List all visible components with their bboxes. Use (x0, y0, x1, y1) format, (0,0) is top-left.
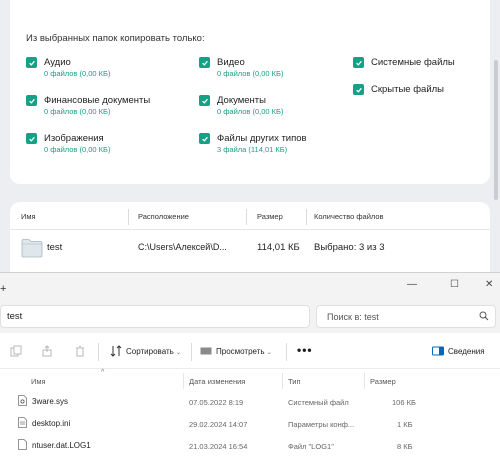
option-system-files[interactable]: Системные файлы (353, 56, 455, 69)
title-bar: + — ☐ ✕ (0, 273, 500, 301)
command-bar: Сортировать ⌄ Просмотреть ⌄ ••• Сведения (0, 333, 500, 369)
checkbox-checked-icon[interactable] (199, 95, 210, 106)
option-label: Финансовые документы (44, 95, 151, 106)
checkbox-checked-icon[interactable] (199, 133, 210, 144)
folder-row-location: C:\Users\Алексей\D... (138, 242, 227, 252)
file-type: Системный файл (288, 398, 349, 407)
maximize-button[interactable]: ☐ (450, 279, 459, 290)
file-type: Файл "LOG1" (288, 442, 334, 451)
copy-options-title: Из выбранных папок копировать только: (26, 33, 205, 44)
column-divider (306, 209, 307, 225)
folder-row-count: Выбрано: 3 из 3 (314, 242, 385, 253)
column-header-type[interactable]: Тип (288, 377, 301, 386)
column-header-date[interactable]: Дата изменения (189, 377, 245, 386)
option-label: Системные файлы (371, 57, 455, 68)
option-documents[interactable]: Документы 0 файлов (0,00 КБ) (199, 94, 283, 117)
address-bar-row: test Поиск в: test (0, 301, 500, 333)
checkbox-checked-icon[interactable] (26, 95, 37, 106)
details-pane-icon[interactable] (432, 345, 444, 357)
column-header-location[interactable]: Расположение (138, 212, 189, 221)
option-hidden-files[interactable]: Скрытые файлы (353, 83, 444, 96)
option-count: 0 файлов (0,00 КБ) (217, 69, 284, 78)
checkbox-checked-icon[interactable] (26, 133, 37, 144)
checkbox-checked-icon[interactable] (353, 57, 364, 68)
settings-file-icon (18, 417, 27, 428)
more-options-button[interactable]: ••• (297, 343, 313, 357)
file-name: 3ware.sys (32, 397, 69, 406)
column-header-size[interactable]: Размер (370, 377, 396, 386)
column-divider (364, 373, 365, 389)
view-icon[interactable] (200, 345, 212, 357)
selected-folders-table: Имя Расположение Размер Количество файло… (10, 202, 490, 272)
option-label: Аудио (44, 57, 71, 68)
close-button[interactable]: ✕ (485, 279, 493, 290)
column-divider (282, 373, 283, 389)
search-input[interactable]: Поиск в: test (316, 305, 496, 328)
option-count: 0 файлов (0,00 КБ) (44, 107, 111, 116)
checkbox-checked-icon[interactable] (353, 84, 364, 95)
search-placeholder: Поиск в: test (327, 312, 379, 322)
folder-icon (21, 239, 43, 258)
search-icon (479, 311, 489, 321)
column-divider (183, 373, 184, 389)
file-size: 106 КБ (392, 398, 416, 407)
file-date: 21.03.2024 16:54 (189, 442, 248, 451)
file-explorer-window: + — ☐ ✕ test Поиск в: test Сортировать ⌄… (0, 272, 500, 457)
file-size: 1 КБ (397, 420, 413, 429)
file-type: Параметры конф... (288, 420, 355, 429)
sort-ascending-icon: ^ (101, 369, 105, 376)
chevron-down-icon: ⌄ (266, 350, 272, 356)
option-label: Документы (217, 95, 266, 106)
copy-icon[interactable] (10, 345, 22, 357)
option-label: Видео (217, 57, 245, 68)
option-label: Изображения (44, 133, 104, 144)
file-name: ntuser.dat.LOG1 (32, 441, 91, 450)
checkbox-checked-icon[interactable] (199, 57, 210, 68)
option-video[interactable]: Видео 0 файлов (0,00 КБ) (199, 56, 283, 79)
toolbar-divider (286, 343, 287, 361)
minimize-button[interactable]: — (407, 279, 417, 290)
toolbar-divider (191, 343, 192, 361)
option-count: 0 файлов (0,00 КБ) (44, 69, 111, 78)
column-divider (128, 209, 129, 225)
toolbar-divider (98, 343, 99, 361)
divider (10, 229, 490, 230)
file-date: 07.05.2022 8:19 (189, 398, 244, 407)
file-size: 8 КБ (397, 442, 413, 451)
sort-button[interactable]: Сортировать ⌄ (126, 347, 181, 356)
chevron-down-icon: ⌄ (176, 350, 182, 356)
view-label: Просмотреть (216, 347, 265, 356)
folder-row-size: 114,01 КБ (257, 242, 300, 253)
scrollbar[interactable] (494, 60, 498, 200)
option-label: Скрытые файлы (371, 84, 445, 95)
folder-row-name[interactable]: test (47, 242, 62, 253)
column-divider (246, 209, 247, 225)
file-icon (18, 439, 27, 450)
option-label: Файлы других типов (217, 133, 307, 144)
delete-icon[interactable] (74, 345, 86, 357)
option-other-files[interactable]: Файлы других типов 3 файла (114,01 КБ) (199, 132, 307, 155)
column-header-count[interactable]: Количество файлов (314, 212, 384, 221)
checkbox-checked-icon[interactable] (26, 57, 37, 68)
option-count: 3 файла (114,01 КБ) (217, 145, 288, 154)
file-name: desktop.ini (32, 419, 71, 428)
option-images[interactable]: Изображения 0 файлов (0,00 КБ) (26, 132, 110, 155)
column-header-size[interactable]: Размер (257, 212, 283, 221)
option-count: 0 файлов (0,00 КБ) (44, 145, 111, 154)
address-bar[interactable]: test (0, 305, 310, 328)
column-header-name[interactable]: Имя (31, 377, 46, 386)
share-icon[interactable] (41, 345, 53, 357)
option-audio[interactable]: Аудио 0 файлов (0,00 КБ) (26, 56, 110, 79)
copy-options-panel: Из выбранных папок копировать только: Ау… (10, 0, 490, 184)
column-header-name[interactable]: Имя (21, 212, 36, 221)
option-count: 0 файлов (0,00 КБ) (217, 107, 284, 116)
option-finance[interactable]: Финансовые документы 0 файлов (0,00 КБ) (26, 94, 150, 117)
system-file-icon (18, 395, 27, 406)
details-button[interactable]: Сведения (448, 347, 485, 356)
new-tab-button[interactable]: + (0, 283, 6, 295)
sort-icon[interactable] (110, 345, 122, 357)
sort-label: Сортировать (126, 347, 174, 356)
view-button[interactable]: Просмотреть ⌄ (216, 347, 272, 356)
file-date: 29.02.2024 14:07 (189, 420, 248, 429)
